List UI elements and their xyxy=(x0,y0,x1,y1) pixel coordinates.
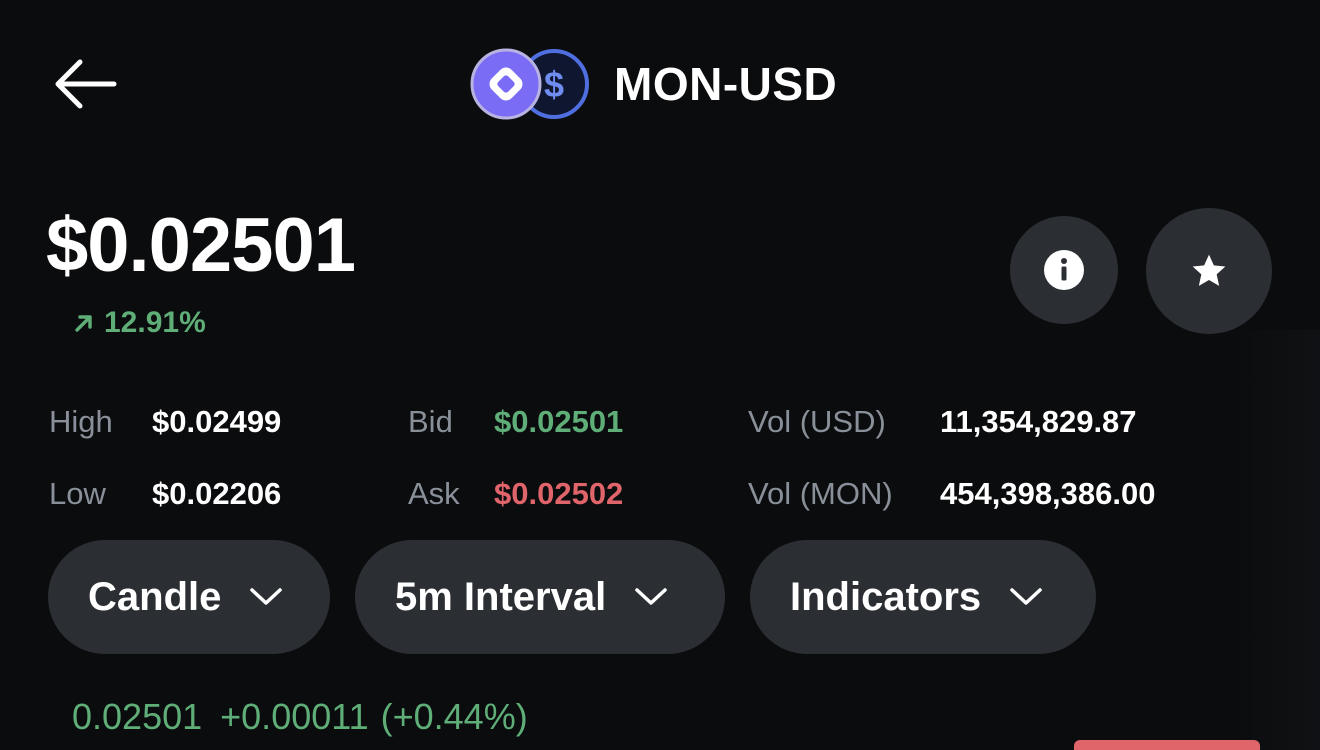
high-label: High xyxy=(49,404,113,439)
mon-coin-icon xyxy=(470,48,542,120)
market-detail-screen: $ MON-USD $0.02501 12.91% High $0.02499 … xyxy=(0,0,1320,750)
indicators-dropdown[interactable]: Indicators xyxy=(750,540,1096,654)
arrow-left-icon xyxy=(55,59,117,109)
coin-logos: $ xyxy=(470,46,592,122)
star-icon xyxy=(1192,254,1226,286)
candle-bar xyxy=(1074,740,1260,750)
readout-price: 0.02501 xyxy=(72,696,203,737)
vol-mon-value: 454,398,386.00 xyxy=(940,476,1156,511)
price-change-percent: 12.91% xyxy=(104,306,206,339)
vol-usd-label: Vol (USD) xyxy=(748,404,886,439)
svg-text:$: $ xyxy=(544,64,564,105)
current-price: $0.02501 xyxy=(46,203,356,288)
chart-edge-shade xyxy=(1230,330,1320,750)
info-button[interactable] xyxy=(1010,216,1118,324)
vol-usd-value: 11,354,829.87 xyxy=(940,404,1137,439)
price-change: 12.91% xyxy=(72,306,206,340)
ask-value: $0.02502 xyxy=(494,476,624,511)
info-icon xyxy=(1044,250,1084,290)
chart-type-dropdown[interactable]: Candle xyxy=(48,540,330,654)
interval-label: 5m Interval xyxy=(395,574,607,619)
market-stats: High $0.02499 Bid $0.02501 Vol (USD) 11,… xyxy=(0,396,1320,526)
back-button[interactable] xyxy=(50,56,120,112)
pair-header: $ MON-USD xyxy=(470,46,837,122)
chart-type-label: Candle xyxy=(88,574,222,619)
readout-delta-percent: (+0.44%) xyxy=(380,696,528,737)
vol-mon-label: Vol (MON) xyxy=(748,476,893,511)
chevron-down-icon xyxy=(1010,588,1042,605)
chevron-down-icon xyxy=(635,588,667,605)
ask-label: Ask xyxy=(408,476,460,511)
interval-dropdown[interactable]: 5m Interval xyxy=(355,540,725,654)
pair-title: MON-USD xyxy=(614,58,838,110)
arrow-up-right-icon xyxy=(75,315,92,332)
low-value: $0.02206 xyxy=(152,476,282,511)
bid-value: $0.02501 xyxy=(494,404,624,439)
bid-label: Bid xyxy=(408,404,453,439)
favorite-button[interactable] xyxy=(1146,208,1272,334)
high-value: $0.02499 xyxy=(152,404,282,439)
low-label: Low xyxy=(49,476,106,511)
chevron-down-icon xyxy=(250,588,283,605)
readout-delta: +0.00011 xyxy=(220,696,369,737)
indicators-label: Indicators xyxy=(790,574,982,619)
chart-price-readout: 0.02501 +0.00011 (+0.44%) xyxy=(72,696,528,738)
